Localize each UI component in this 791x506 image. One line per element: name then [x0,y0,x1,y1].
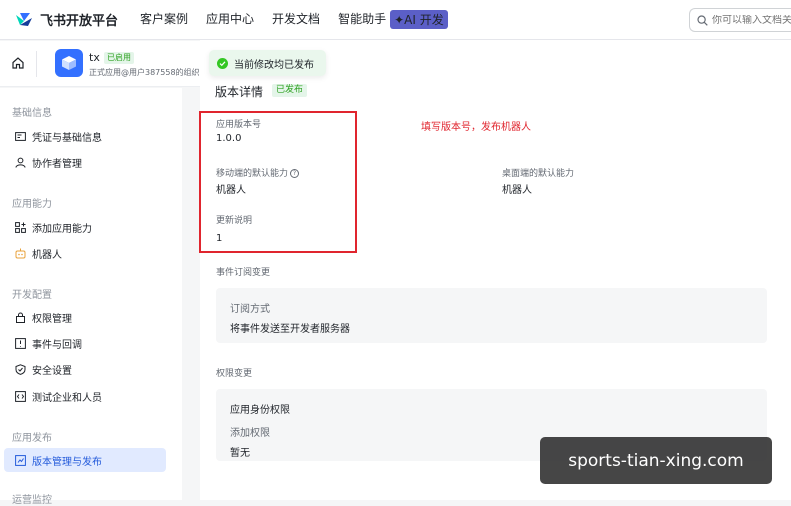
annotation-highlight-box [199,111,357,253]
sidebar-section-dev-config: 开发配置 [12,290,52,301]
app-icon [55,49,83,77]
divider [36,51,37,77]
annotation-note: 填写版本号，发布机器人 [421,122,531,133]
release-icon [14,454,26,466]
cube-icon [62,56,76,70]
app-name: tx [89,51,100,64]
sidebar-item-credentials[interactable]: 凭证与基础信息 [4,124,166,148]
sidebar-item-label: 机器人 [32,249,62,261]
event-icon [14,337,26,349]
events-section-title: 事件订阅变更 [216,268,271,278]
sidebar-item-events[interactable]: 事件与回调 [4,331,166,355]
feishu-logo-icon [16,12,32,26]
sidebar-item-label: 测试企业和人员 [32,392,102,404]
top-nav-bar: 飞书开放平台 客户案例 应用中心 开发文档 智能助手 ✦AI 开发 [0,0,791,40]
desktop-default-label: 桌面端的默认能力 [502,169,575,179]
added-permissions-value: 暂无 [230,448,250,459]
sidebar-item-permissions[interactable]: 权限管理 [4,305,166,329]
success-toast: 当前修改均已发布 [209,50,326,76]
toast-message: 当前修改均已发布 [234,59,314,71]
sidebar-item-bot[interactable]: 机器人 [4,241,166,265]
app-header: tx 已启用 正式应用@用户387558的组织 [0,41,200,87]
sidebar-section-release: 应用发布 [12,433,52,444]
sidebar-item-label: 事件与回调 [32,339,82,351]
watermark: sports-tian-xing.com [540,437,772,484]
sidebar-item-label: 安全设置 [32,365,72,377]
sidebar: 基础信息 凭证与基础信息 协作者管理 应用能力 添加应用能力 机器人 开发配置 … [0,88,182,506]
page-title: 版本详情 [215,85,264,99]
brand-name: 飞书开放平台 [40,14,119,29]
grid-plus-icon [14,221,26,233]
sidebar-item-security[interactable]: 安全设置 [4,357,166,381]
nav-assistant[interactable]: 智能助手 ✦AI 开发 [338,10,448,29]
app-description: 正式应用@用户387558的组织 [89,68,199,77]
nav-dev-docs[interactable]: 开发文档 [272,10,320,29]
sidebar-section-basic: 基础信息 [12,108,52,119]
subscription-method-label: 订阅方式 [230,304,270,315]
desktop-default-value: 机器人 [502,185,532,196]
permissions-section-title: 权限变更 [216,369,253,379]
shield-icon [14,363,26,375]
app-status-badge: 已启用 [104,52,134,64]
sidebar-item-label: 协作者管理 [32,158,82,170]
nav-customer-cases[interactable]: 客户案例 [140,10,188,29]
nav-app-center[interactable]: 应用中心 [206,10,254,29]
events-panel: 订阅方式 将事件发送至开发者服务器 [216,288,767,343]
subscription-method-value: 将事件发送至开发者服务器 [230,324,350,335]
lock-icon [14,311,26,323]
home-icon[interactable] [11,56,25,70]
nav-assistant-label: 智能助手 [338,12,387,26]
sidebar-item-version-release[interactable]: 版本管理与发布 [4,448,166,472]
ai-dev-badge: ✦AI 开发 [390,10,448,29]
sidebar-item-label: 权限管理 [32,313,72,325]
credentials-icon [14,130,26,142]
release-status-badge: 已发布 [272,84,308,97]
top-nav-links: 客户案例 应用中心 开发文档 智能助手 ✦AI 开发 [140,10,448,29]
added-permissions-label: 添加权限 [230,428,270,439]
search-box[interactable] [689,8,791,32]
user-icon [14,156,26,168]
sidebar-item-collaborators[interactable]: 协作者管理 [4,150,166,174]
sidebar-section-monitoring: 运营监控 [12,495,52,506]
search-input[interactable] [712,14,791,26]
sidebar-item-add-capability[interactable]: 添加应用能力 [4,215,166,239]
brand-logo[interactable]: 飞书开放平台 [14,0,118,40]
search-icon [697,14,708,26]
check-circle-icon [217,57,228,69]
identity-permissions-label: 应用身份权限 [230,405,290,416]
sidebar-item-test-org[interactable]: 测试企业和人员 [4,384,166,408]
sidebar-item-label: 添加应用能力 [32,223,92,235]
robot-icon [14,247,26,259]
sidebar-section-capabilities: 应用能力 [12,199,52,210]
code-icon [14,390,26,402]
sidebar-item-label: 凭证与基础信息 [32,132,102,144]
sidebar-item-label: 版本管理与发布 [32,456,102,468]
